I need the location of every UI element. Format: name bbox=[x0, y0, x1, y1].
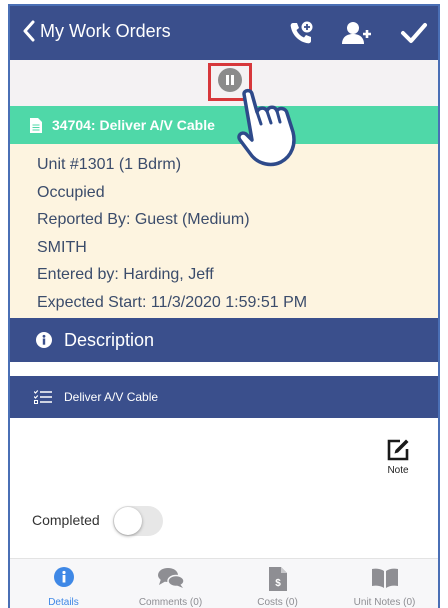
add-person-icon[interactable] bbox=[342, 20, 372, 46]
tab-comments[interactable]: Comments (0) bbox=[117, 559, 224, 608]
reported-by-text: Reported By: Guest (Medium) bbox=[37, 211, 250, 228]
pointing-hand-icon bbox=[237, 88, 296, 167]
top-nav-bar: My Work Orders bbox=[10, 6, 438, 60]
svg-text:$: $ bbox=[275, 578, 281, 589]
occupancy-text: Occupied bbox=[37, 184, 105, 201]
work-order-info: Unit #1301 (1 Bdrm) Occupied Reported By… bbox=[10, 144, 438, 318]
bottom-tab-bar: Details Comments (0) $ Costs (0) Unit No… bbox=[10, 558, 438, 608]
back-label: My Work Orders bbox=[40, 20, 171, 41]
comments-icon bbox=[157, 568, 185, 588]
completed-label: Completed bbox=[32, 512, 100, 528]
toggle-knob bbox=[114, 507, 142, 535]
tab-details-label: Details bbox=[48, 597, 79, 608]
info-icon bbox=[36, 332, 52, 348]
unit-text: Unit #1301 (1 Bdrm) bbox=[37, 156, 182, 173]
expected-start-text: Expected Start: 11/3/2020 1:59:51 PM bbox=[37, 294, 308, 311]
back-button[interactable]: My Work Orders bbox=[22, 20, 171, 42]
book-icon bbox=[371, 568, 398, 588]
entered-by-text: Entered by: Harding, Jeff bbox=[37, 266, 214, 283]
document-icon bbox=[30, 117, 42, 133]
checkmark-icon[interactable] bbox=[400, 20, 428, 46]
description-title: Description bbox=[64, 329, 155, 350]
tab-details[interactable]: Details bbox=[10, 559, 117, 608]
note-button[interactable]: Note bbox=[374, 438, 422, 476]
tab-costs-label: Costs (0) bbox=[257, 597, 298, 608]
chevron-left-icon bbox=[23, 20, 35, 42]
phone-add-icon[interactable] bbox=[288, 20, 314, 46]
info-icon bbox=[53, 567, 74, 587]
costs-icon: $ bbox=[268, 567, 287, 591]
description-header[interactable]: Description bbox=[10, 318, 438, 362]
tab-costs[interactable]: $ Costs (0) bbox=[224, 559, 331, 608]
tab-unit-notes[interactable]: Unit Notes (0) bbox=[331, 559, 438, 608]
app-frame: My Work Orders 34704: Deliver A/V Cable … bbox=[8, 4, 440, 608]
work-order-title-bar: 34704: Deliver A/V Cable bbox=[10, 106, 438, 144]
tab-comments-label: Comments (0) bbox=[138, 597, 203, 608]
note-label: Note bbox=[387, 465, 409, 476]
task-header: Deliver A/V Cable bbox=[10, 376, 438, 418]
tab-unit-notes-label: Unit Notes (0) bbox=[353, 597, 416, 608]
reporter-name-text: SMITH bbox=[37, 239, 87, 256]
edit-note-icon bbox=[387, 439, 409, 461]
checklist-icon bbox=[34, 390, 52, 404]
task-label: Deliver A/V Cable bbox=[64, 390, 159, 404]
work-order-title: 34704: Deliver A/V Cable bbox=[52, 117, 215, 133]
completed-toggle[interactable] bbox=[113, 506, 163, 536]
